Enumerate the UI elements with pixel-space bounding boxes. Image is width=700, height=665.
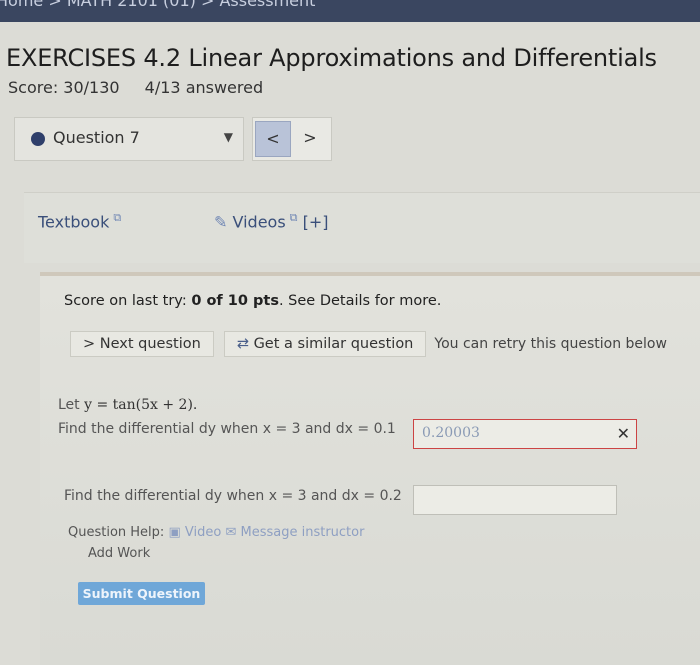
previous-question-button[interactable]: <: [255, 121, 291, 157]
part1-answer-value: 0.20003: [422, 425, 480, 441]
next-question-arrow-button[interactable]: >: [293, 121, 327, 155]
part1-answer-field[interactable]: 0.20003 ✕: [413, 419, 637, 449]
message-instructor-link[interactable]: ✉ Message instructor: [225, 525, 364, 540]
last-try-score: Score on last try: 0 of 10 pts. See Deta…: [64, 293, 442, 309]
question-selector[interactable]: Question 7 ▼: [14, 117, 244, 161]
submit-question-button[interactable]: Submit Question: [78, 582, 205, 605]
expand-videos-toggle[interactable]: [+]: [303, 212, 329, 231]
similar-question-button[interactable]: ⇄ Get a similar question: [223, 331, 427, 357]
refresh-icon: ⇄: [236, 336, 249, 352]
textbook-link[interactable]: Textbook ⧉: [38, 211, 121, 231]
part2-prompt: Find the differential dy when x = 3 and …: [64, 488, 402, 504]
question-status-dot-icon: [31, 132, 45, 146]
chevron-down-icon: ▼: [223, 130, 233, 144]
question-pager: < >: [252, 117, 332, 161]
question-actions: > Next question ⇄ Get a similar question Y…: [70, 331, 667, 357]
part1-prompt: Find the differential dy when x = 3 and …: [58, 421, 396, 437]
envelope-icon: ✉: [225, 525, 237, 540]
question-help: Question Help: ▣ Video ✉ Message instruc…: [68, 525, 365, 540]
external-link-icon: ⧉: [113, 211, 122, 224]
current-question-label: Question 7: [53, 128, 140, 147]
add-work-link[interactable]: Add Work: [88, 546, 150, 561]
part2-answer-field[interactable]: [413, 485, 617, 515]
paperclip-icon: ✎: [214, 212, 228, 232]
help-video-link[interactable]: ▣ Video: [168, 525, 221, 540]
retry-note: You can retry this question below: [434, 336, 667, 352]
next-question-button[interactable]: > Next question: [70, 331, 214, 357]
score-summary: Score: 30/130 4/13 answered: [8, 78, 263, 97]
external-link-icon: ⧉: [289, 211, 298, 224]
videos-link[interactable]: ✎ Videos ⧉ [+]: [214, 211, 329, 231]
function-expression: y = tan(5x + 2).: [84, 397, 198, 413]
video-icon: ▣: [168, 525, 181, 540]
last-try-points: 0 of 10 pts: [191, 293, 279, 309]
top-navigation-bar: Home > MATH 2101 (01) > Assessment: [0, 0, 700, 22]
answered-count: 4/13 answered: [144, 78, 264, 97]
page-title: EXERCISES 4.2 Linear Approximations and …: [6, 44, 657, 72]
total-score: Score: 30/130: [8, 78, 120, 97]
question-prompt: Let y = tan(5x + 2).: [58, 397, 198, 413]
incorrect-x-icon: ✕: [616, 424, 630, 443]
breadcrumb[interactable]: Home > MATH 2101 (01) > Assessment: [0, 0, 315, 10]
question-content: Score on last try: 0 of 10 pts. See Deta…: [40, 272, 700, 665]
resources-panel: Textbook ⧉ ✎ Videos ⧉ [+]: [24, 192, 700, 263]
